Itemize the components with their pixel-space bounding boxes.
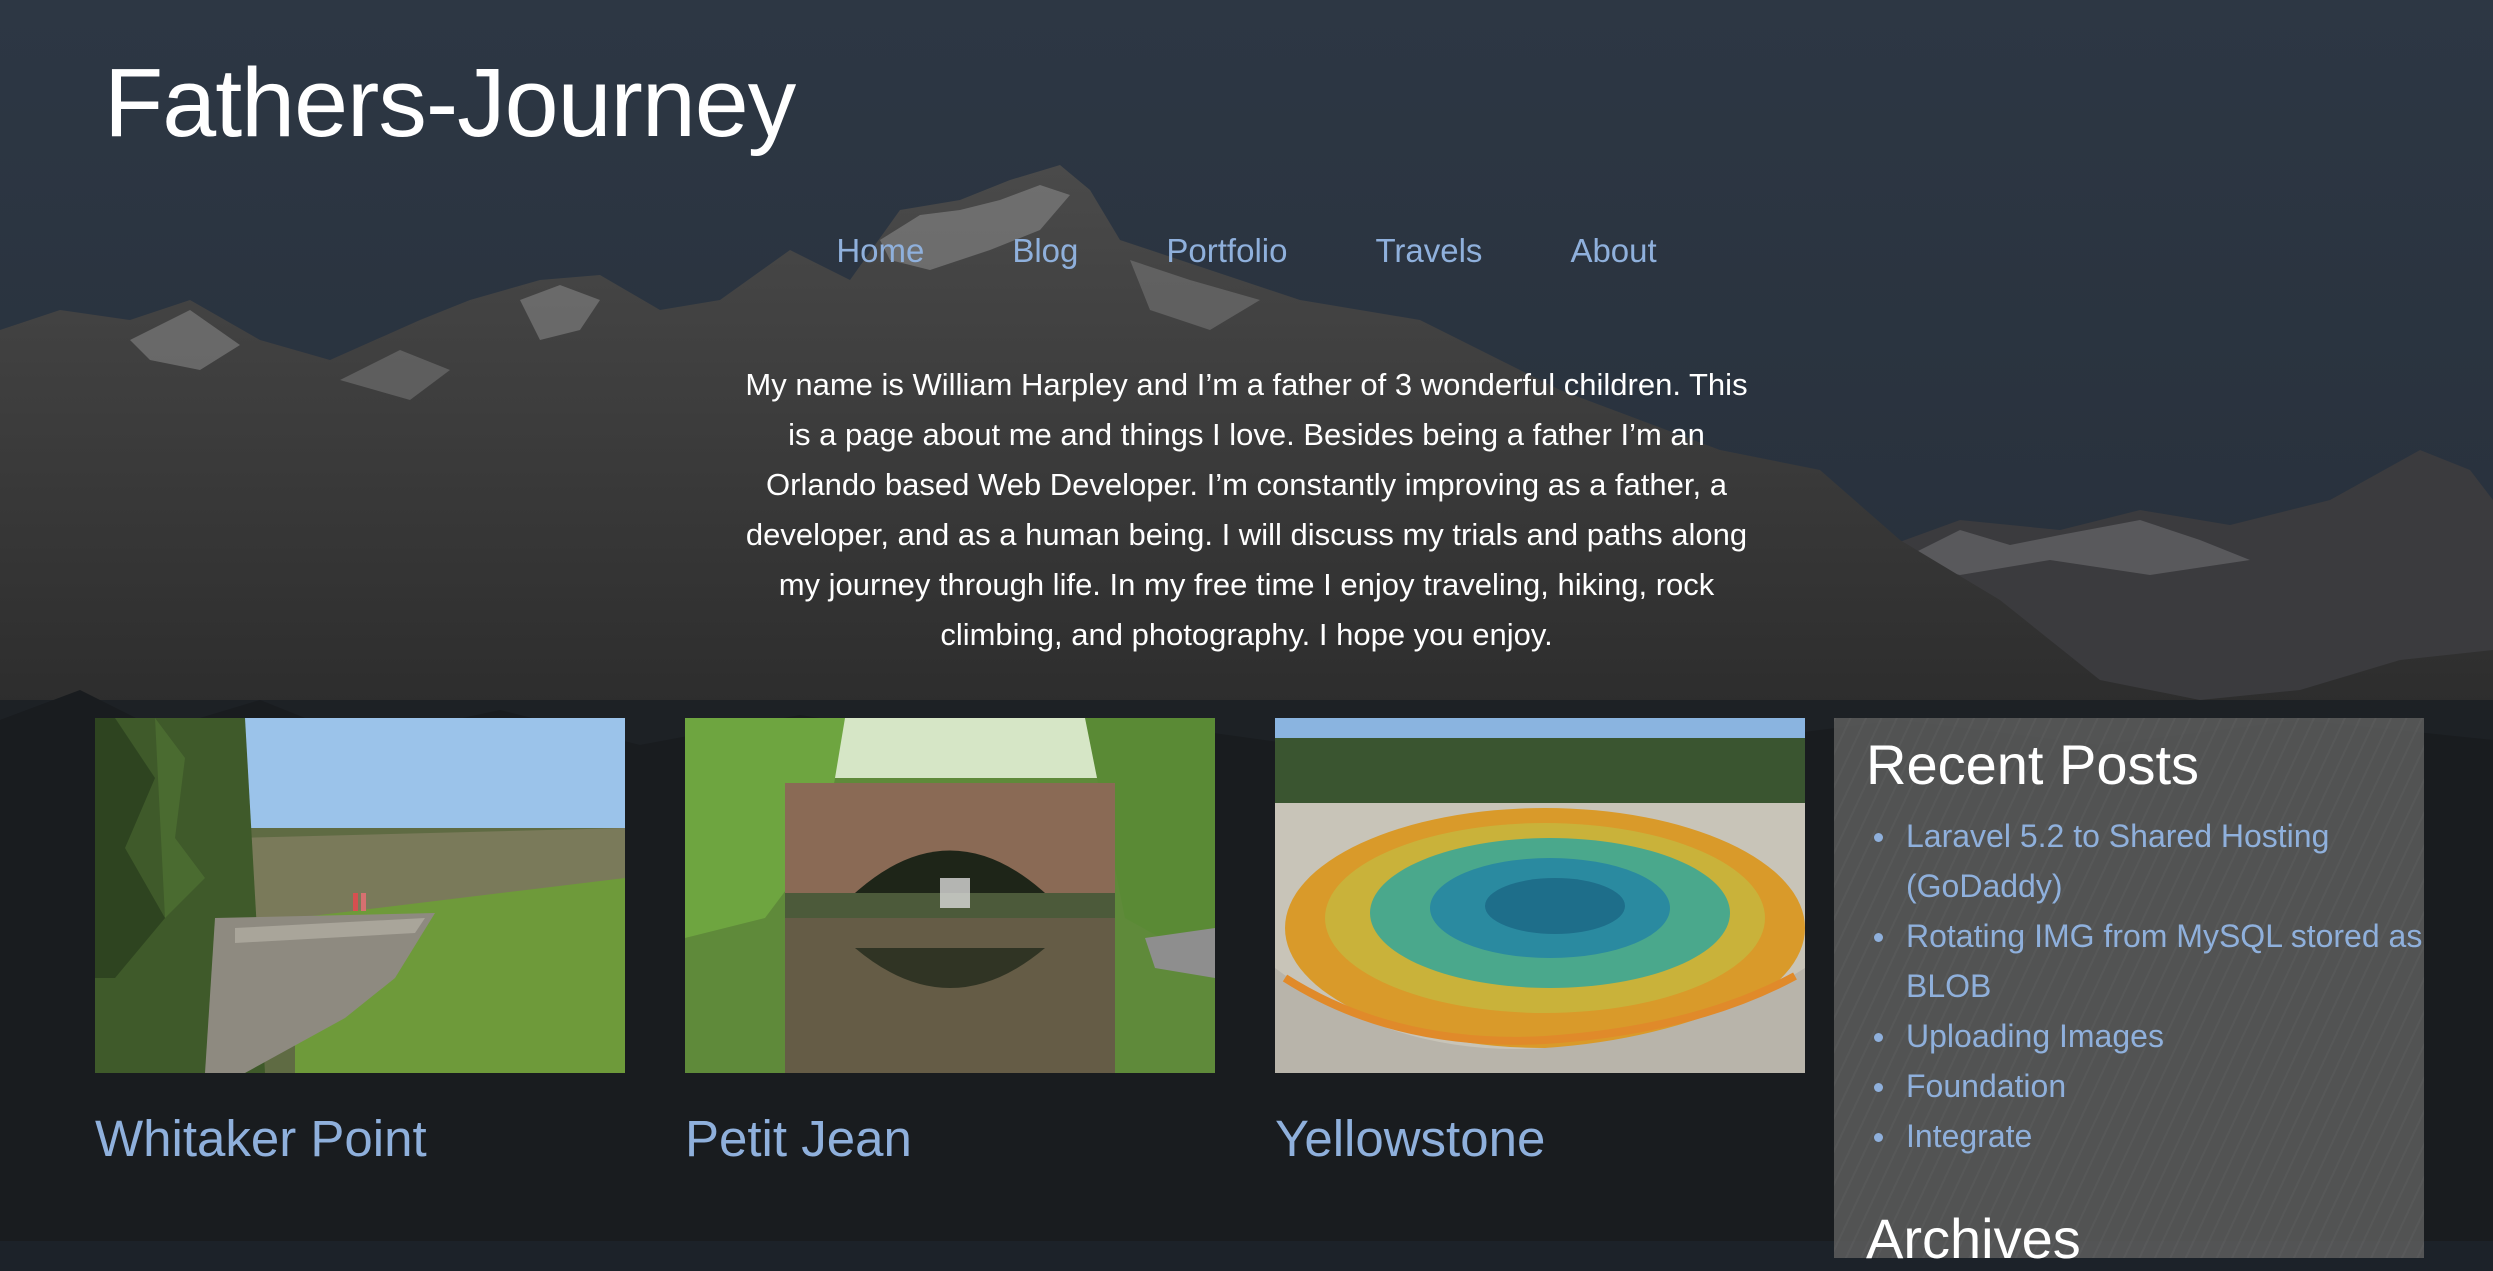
card-title[interactable]: Yellowstone (1275, 1110, 1805, 1167)
recent-posts-heading: Recent Posts (1866, 733, 2200, 796)
list-item: Foundation (1874, 1061, 2424, 1111)
cliff-overlook-photo[interactable] (95, 718, 625, 1073)
sidebar: Recent Posts Laravel 5.2 to Shared Hosti… (1834, 718, 2424, 1270)
list-item: Integrate (1874, 1111, 2424, 1161)
recent-posts-list: Laravel 5.2 to Shared Hosting (GoDaddy) … (1866, 811, 2424, 1161)
travel-card-petit-jean: Petit Jean (685, 718, 1215, 1167)
list-item: Uploading Images (1874, 1011, 2424, 1061)
site-title[interactable]: Fathers-Journey (104, 49, 796, 157)
nav-item-blog[interactable]: Blog (1012, 232, 1078, 270)
post-link[interactable]: Foundation (1906, 1068, 2066, 1104)
nav-item-about[interactable]: About (1570, 232, 1656, 270)
nav-item-portfolio[interactable]: Portfolio (1166, 232, 1287, 270)
nav-item-travels[interactable]: Travels (1375, 232, 1482, 270)
travel-card-yellowstone: Yellowstone (1275, 718, 1805, 1167)
card-title[interactable]: Whitaker Point (95, 1110, 625, 1167)
travel-card-whitaker-point: Whitaker Point (95, 718, 625, 1167)
post-link[interactable]: Uploading Images (1906, 1018, 2164, 1054)
list-item: Rotating IMG from MySQL stored as BLOB (1874, 911, 2424, 1011)
main-nav: Home Blog Portfolio Travels About (0, 232, 2493, 270)
archives-heading: Archives (1866, 1207, 2081, 1270)
nav-item-home[interactable]: Home (836, 232, 924, 270)
intro-paragraph: My name is William Harpley and I’m a fat… (745, 367, 1748, 652)
list-item: Laravel 5.2 to Shared Hosting (GoDaddy) (1874, 811, 2424, 911)
post-link[interactable]: Integrate (1906, 1118, 2032, 1154)
post-link[interactable]: Rotating IMG from MySQL stored as BLOB (1906, 918, 2422, 1004)
hot-spring-photo[interactable] (1275, 718, 1805, 1073)
post-link[interactable]: Laravel 5.2 to Shared Hosting (GoDaddy) (1906, 818, 2329, 904)
stone-bridge-photo[interactable] (685, 718, 1215, 1073)
card-title[interactable]: Petit Jean (685, 1110, 1215, 1167)
